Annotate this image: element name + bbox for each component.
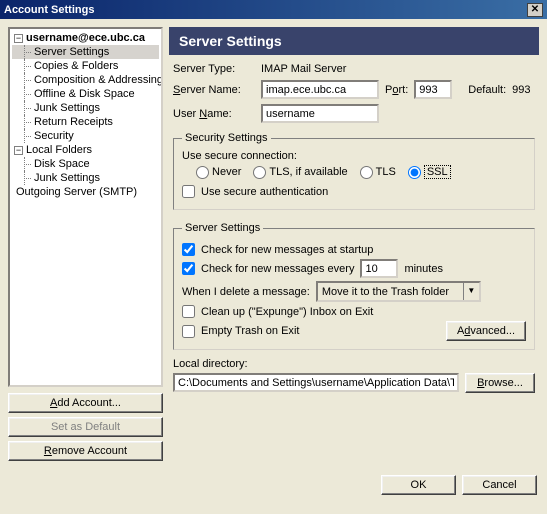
advanced-button[interactable]: Advanced... bbox=[446, 321, 526, 341]
tree-offline[interactable]: Offline & Disk Space bbox=[12, 87, 159, 101]
main-panel: Server Settings Server Type: IMAP Mail S… bbox=[169, 27, 539, 461]
check-every-checkbox[interactable] bbox=[182, 262, 195, 275]
server-type-value: IMAP Mail Server bbox=[261, 63, 346, 75]
tree-server-settings[interactable]: Server Settings bbox=[12, 45, 159, 59]
server-settings-group: Server Settings Check for new messages a… bbox=[173, 222, 535, 350]
account-tree[interactable]: − username@ece.ubc.ca Server Settings Co… bbox=[8, 27, 163, 387]
collapse-icon[interactable]: − bbox=[14, 146, 23, 155]
local-directory-section: Local directory: Browse... bbox=[169, 358, 539, 393]
local-directory-label: Local directory: bbox=[173, 358, 535, 370]
user-name-label: User Name: bbox=[173, 108, 255, 120]
tree-local-folders[interactable]: − Local Folders bbox=[12, 143, 159, 157]
chevron-down-icon: ▼ bbox=[463, 283, 479, 300]
tree-junk[interactable]: Junk Settings bbox=[12, 101, 159, 115]
dialog-content: − username@ece.ubc.ca Server Settings Co… bbox=[0, 19, 547, 469]
window-title: Account Settings bbox=[4, 4, 94, 16]
cancel-button[interactable]: Cancel bbox=[462, 475, 537, 495]
tree-outgoing[interactable]: Outgoing Server (SMTP) bbox=[12, 185, 159, 199]
check-every[interactable]: Check for new messages every minutes bbox=[182, 259, 526, 278]
port-label: Port: bbox=[385, 84, 408, 96]
account-label: username@ece.ubc.ca bbox=[26, 32, 145, 44]
tree-security[interactable]: Security bbox=[12, 129, 159, 143]
cleanup-checkbox[interactable] bbox=[182, 305, 195, 318]
delete-action-value: Move it to the Trash folder bbox=[322, 286, 459, 298]
dialog-footer: OK Cancel bbox=[0, 469, 547, 501]
check-startup[interactable]: Check for new messages at startup bbox=[182, 243, 526, 256]
secure-connection-options: Never TLS, if available TLS SSL bbox=[182, 165, 526, 179]
server-type-label: Server Type: bbox=[173, 63, 255, 75]
row-server-name: Server Name: Port: Default: 993 bbox=[169, 80, 539, 99]
server-name-input[interactable] bbox=[261, 80, 379, 99]
tree-return-receipts[interactable]: Return Receipts bbox=[12, 115, 159, 129]
radio-never[interactable]: Never bbox=[196, 166, 241, 179]
server-legend: Server Settings bbox=[182, 222, 263, 234]
row-user-name: User Name: bbox=[169, 104, 539, 123]
when-delete-row: When I delete a message: Move it to the … bbox=[182, 281, 526, 302]
user-name-input[interactable] bbox=[261, 104, 379, 123]
local-folders-label: Local Folders bbox=[26, 144, 92, 156]
default-label: Default: bbox=[468, 84, 506, 96]
titlebar: Account Settings ✕ bbox=[0, 0, 547, 19]
check-startup-checkbox[interactable] bbox=[182, 243, 195, 256]
local-directory-input[interactable] bbox=[173, 373, 459, 392]
secure-auth-checkbox[interactable] bbox=[182, 185, 195, 198]
add-account-button[interactable]: Add Account... bbox=[8, 393, 163, 413]
remove-account-button[interactable]: Remove Account bbox=[8, 441, 163, 461]
delete-action-select[interactable]: Move it to the Trash folder ▼ bbox=[316, 281, 481, 302]
panel-header: Server Settings bbox=[169, 27, 539, 55]
collapse-icon[interactable]: − bbox=[14, 34, 23, 43]
cleanup-on-exit[interactable]: Clean up ("Expunge") Inbox on Exit bbox=[182, 305, 526, 318]
sidebar-buttons: Add Account... Set as Default Remove Acc… bbox=[8, 393, 163, 461]
tree-disk-space[interactable]: Disk Space bbox=[12, 157, 159, 171]
tree-account-root[interactable]: − username@ece.ubc.ca bbox=[12, 31, 159, 45]
empty-trash-on-exit[interactable]: Empty Trash on Exit bbox=[182, 325, 299, 338]
security-settings-group: Security Settings Use secure connection:… bbox=[173, 132, 535, 210]
check-interval-input[interactable] bbox=[360, 259, 398, 278]
browse-button[interactable]: Browse... bbox=[465, 373, 535, 393]
set-default-button: Set as Default bbox=[8, 417, 163, 437]
use-secure-label: Use secure connection: bbox=[182, 150, 526, 162]
use-secure-auth[interactable]: Use secure authentication bbox=[182, 185, 526, 198]
tree-composition[interactable]: Composition & Addressing bbox=[12, 73, 159, 87]
ok-button[interactable]: OK bbox=[381, 475, 456, 495]
port-input[interactable] bbox=[414, 80, 452, 99]
when-delete-label: When I delete a message: bbox=[182, 286, 310, 298]
radio-ssl[interactable]: SSL bbox=[408, 165, 451, 179]
sidebar: − username@ece.ubc.ca Server Settings Co… bbox=[8, 27, 163, 461]
empty-trash-checkbox[interactable] bbox=[182, 325, 195, 338]
radio-tls[interactable]: TLS bbox=[360, 166, 396, 179]
radio-tls-if[interactable]: TLS, if available bbox=[253, 166, 347, 179]
tree-local-junk[interactable]: Junk Settings bbox=[12, 171, 159, 185]
default-port-value: 993 bbox=[512, 84, 530, 96]
row-server-type: Server Type: IMAP Mail Server bbox=[169, 63, 539, 75]
security-legend: Security Settings bbox=[182, 132, 271, 144]
close-button[interactable]: ✕ bbox=[527, 3, 543, 17]
tree-copies-folders[interactable]: Copies & Folders bbox=[12, 59, 159, 73]
server-name-label: Server Name: bbox=[173, 84, 255, 96]
